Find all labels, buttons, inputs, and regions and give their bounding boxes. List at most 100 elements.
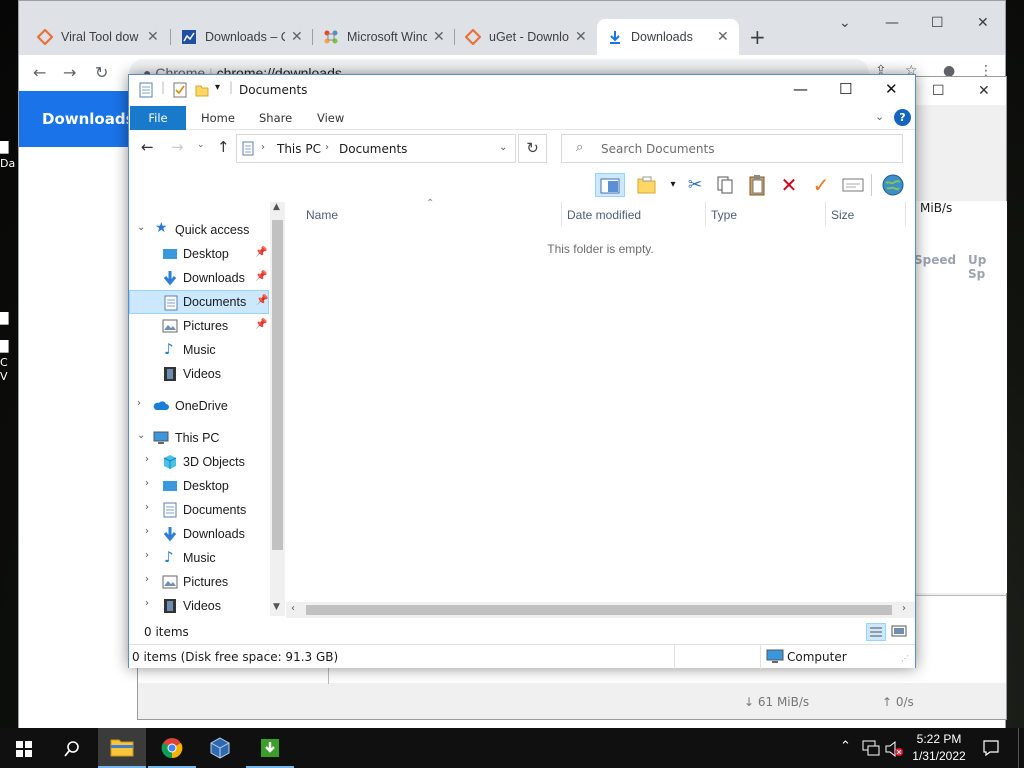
nav-pc-downloads[interactable]: › Downloads [129,522,269,546]
desktop-icon-fragment[interactable]: █ [0,312,16,326]
column-header-name[interactable]: Name [306,208,338,222]
up-icon[interactable]: ↑ [217,138,230,156]
chevron-right-icon[interactable]: › [261,142,265,153]
forward-icon[interactable]: → [171,138,184,156]
pin-icon[interactable]: 📌 [256,295,268,306]
nav-pane-scrollbar[interactable]: ▲ ▼ [270,202,285,616]
chevron-down-icon[interactable]: ⌄ [137,222,145,233]
globe-icon[interactable] [881,173,905,197]
column-header-date-modified[interactable]: Date modified [567,208,641,222]
file-list[interactable]: ⌃ Name Date modified Type Size This fold… [286,198,915,616]
chrome-tab-3[interactable]: Microsoft Wind ✕ [313,19,455,55]
nav-qa-desktop[interactable]: Desktop 📌 [129,242,269,266]
search-box[interactable]: ⌕ Search Documents [561,134,903,163]
dropdown-arrow-icon[interactable]: ▾ [661,173,685,197]
volume-muted-icon[interactable] [884,740,904,758]
pin-icon[interactable]: 📌 [255,319,267,330]
start-button[interactable] [0,728,48,768]
taskbar-chrome[interactable] [148,728,196,768]
nav-pc-3d-objects[interactable]: › 3D Objects [129,450,269,474]
file-list-horizontal-scrollbar[interactable]: ‹ › [286,602,915,618]
desktop-icon-fragment[interactable]: █ [0,340,16,354]
close-icon[interactable]: ✕ [717,29,729,45]
close-icon[interactable]: ✕ [147,29,159,45]
taskbar-virtualbox[interactable] [196,728,244,768]
breadcrumb-documents[interactable]: Documents [339,142,407,156]
chevron-right-icon[interactable]: › [137,398,141,409]
expand-ribbon-icon[interactable]: ⌄ [875,110,884,123]
customize-toolbar-icon[interactable]: ▾ [215,82,220,93]
nav-pc-documents[interactable]: › Documents [129,498,269,522]
close-icon[interactable]: ✕ [433,29,445,45]
properties-card-icon[interactable] [841,173,865,197]
speed-column-header[interactable]: Speed [914,253,956,267]
taskbar-uget[interactable] [246,728,294,768]
ribbon-tab-share[interactable]: Share [259,111,292,125]
chevron-right-icon[interactable]: › [145,598,149,609]
column-header-size[interactable]: Size [831,208,854,222]
chrome-tab-5[interactable]: Downloads ✕ [597,19,739,55]
forward-icon[interactable]: → [63,63,76,82]
details-view-icon[interactable] [866,623,886,641]
system-clock[interactable]: 5:22 PM 1/31/2022 [906,731,972,765]
paste-icon[interactable] [745,173,769,197]
ribbon-tab-view[interactable]: View [317,111,344,125]
chevron-right-icon[interactable]: › [145,550,149,561]
show-desktop-button[interactable] [1018,728,1024,768]
nav-pc-music[interactable]: › ♪ Music [129,546,269,570]
scroll-down-icon[interactable]: ▼ [273,602,280,612]
nav-this-pc[interactable]: ⌄ This PC [129,426,269,450]
help-icon[interactable]: ? [894,109,911,126]
desktop-icon-fragment[interactable]: █ [0,141,16,155]
network-icon[interactable] [862,740,880,756]
nav-onedrive[interactable]: › OneDrive [129,394,269,418]
properties-icon[interactable] [173,82,187,98]
ribbon-tab-file[interactable]: File [130,106,186,130]
chevron-right-icon[interactable]: › [325,142,329,153]
nav-qa-music[interactable]: ♪ Music [129,338,269,362]
copy-icon[interactable] [713,173,737,197]
chevron-down-icon[interactable]: ⌄ [137,430,145,441]
ribbon-tab-home[interactable]: Home [201,111,235,125]
close-button[interactable]: ✕ [978,83,990,99]
back-icon[interactable]: ← [141,138,154,156]
new-item-icon[interactable] [635,173,659,197]
nav-qa-documents[interactable]: Documents 📌 [129,290,269,314]
minimize-button[interactable]: — [793,80,808,98]
chevron-down-icon[interactable]: ⌄ [499,142,507,153]
chevron-right-icon[interactable]: › [145,454,149,465]
resize-grip-icon[interactable]: ⋰ [901,654,909,663]
chevron-right-icon[interactable]: › [145,526,149,537]
chevron-right-icon[interactable]: › [145,478,149,489]
large-icons-view-icon[interactable] [890,623,910,641]
nav-pc-desktop[interactable]: › Desktop [129,474,269,498]
cut-icon[interactable]: ✂ [683,173,707,197]
recent-locations-icon[interactable]: ⌄ [197,140,205,150]
show-hidden-icons[interactable]: ⌃ [840,739,851,754]
nav-qa-pictures[interactable]: Pictures 📌 [129,314,269,338]
breadcrumb-this-pc[interactable]: This PC [277,142,321,156]
back-icon[interactable]: ← [33,63,46,82]
scrollbar-thumb[interactable] [306,605,892,615]
notification-center-icon[interactable] [982,739,1000,757]
taskbar-file-explorer[interactable] [98,728,146,768]
nav-pc-pictures[interactable]: › Pictures [129,570,269,594]
pin-icon[interactable]: 📌 [255,247,267,258]
new-folder-icon[interactable] [195,83,209,97]
nav-qa-videos[interactable]: Videos [129,362,269,386]
column-header-type[interactable]: Type [711,208,737,222]
chrome-tab-1[interactable]: Viral Tool dow ✕ [27,19,171,55]
chrome-tab-2[interactable]: Downloads – C ✕ [171,19,313,55]
scroll-up-icon[interactable]: ▲ [273,202,280,212]
nav-quick-access[interactable]: ⌄ ★ Quick access [129,218,269,242]
close-icon[interactable]: ✕ [575,29,587,45]
new-tab-button[interactable]: + [749,25,766,49]
maximize-button[interactable]: ☐ [932,83,945,99]
close-button[interactable]: ✕ [885,80,898,98]
chrome-tab-4[interactable]: uGet - Downlo ✕ [455,19,597,55]
maximize-button[interactable]: ☐ [931,15,944,31]
search-button[interactable] [48,728,96,768]
maximize-button[interactable]: ☐ [839,80,852,98]
scroll-right-icon[interactable]: › [902,603,906,614]
nav-qa-downloads[interactable]: Downloads 📌 [129,266,269,290]
